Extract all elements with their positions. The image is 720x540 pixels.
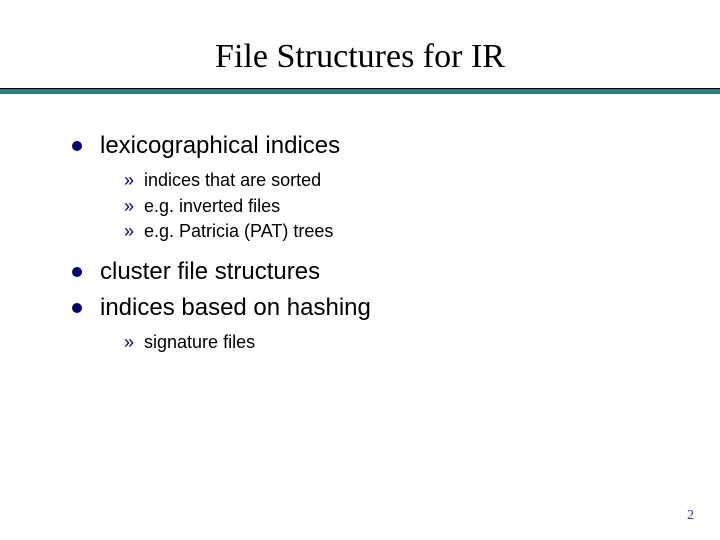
bullet-dot-icon xyxy=(72,267,82,277)
slide-body: lexicographical indices » indices that a… xyxy=(0,94,720,355)
sub-text: e.g. inverted files xyxy=(144,195,280,218)
sub-text: indices that are sorted xyxy=(144,169,321,192)
bullet-dot-icon xyxy=(72,303,82,313)
title-area: File Structures for IR xyxy=(0,0,720,88)
bullet-item: lexicographical indices » indices that a… xyxy=(70,130,660,244)
bullet-text: lexicographical indices xyxy=(100,130,340,162)
sub-item: » e.g. inverted files xyxy=(124,195,660,218)
bullet-text: cluster file structures xyxy=(100,256,320,288)
bullet-row: indices based on hashing xyxy=(70,292,660,324)
sub-item: » indices that are sorted xyxy=(124,169,660,192)
sub-item: » e.g. Patricia (PAT) trees xyxy=(124,220,660,243)
chevron-icon: » xyxy=(124,220,134,243)
sub-list: » signature files xyxy=(124,331,660,354)
slide-title: File Structures for IR xyxy=(0,38,720,76)
bullet-text: indices based on hashing xyxy=(100,292,371,324)
chevron-icon: » xyxy=(124,195,134,218)
bullet-row: lexicographical indices xyxy=(70,130,660,162)
bullet-row: cluster file structures xyxy=(70,256,660,288)
bullet-item: indices based on hashing » signature fil… xyxy=(70,292,660,355)
sub-text: signature files xyxy=(144,331,255,354)
slide: File Structures for IR lexicographical i… xyxy=(0,0,720,540)
bullet-dot-icon xyxy=(72,141,82,151)
chevron-icon: » xyxy=(124,169,134,192)
sub-list: » indices that are sorted » e.g. inverte… xyxy=(124,169,660,243)
sub-item: » signature files xyxy=(124,331,660,354)
sub-text: e.g. Patricia (PAT) trees xyxy=(144,220,333,243)
bullet-item: cluster file structures xyxy=(70,256,660,288)
chevron-icon: » xyxy=(124,331,134,354)
page-number: 2 xyxy=(687,508,694,524)
